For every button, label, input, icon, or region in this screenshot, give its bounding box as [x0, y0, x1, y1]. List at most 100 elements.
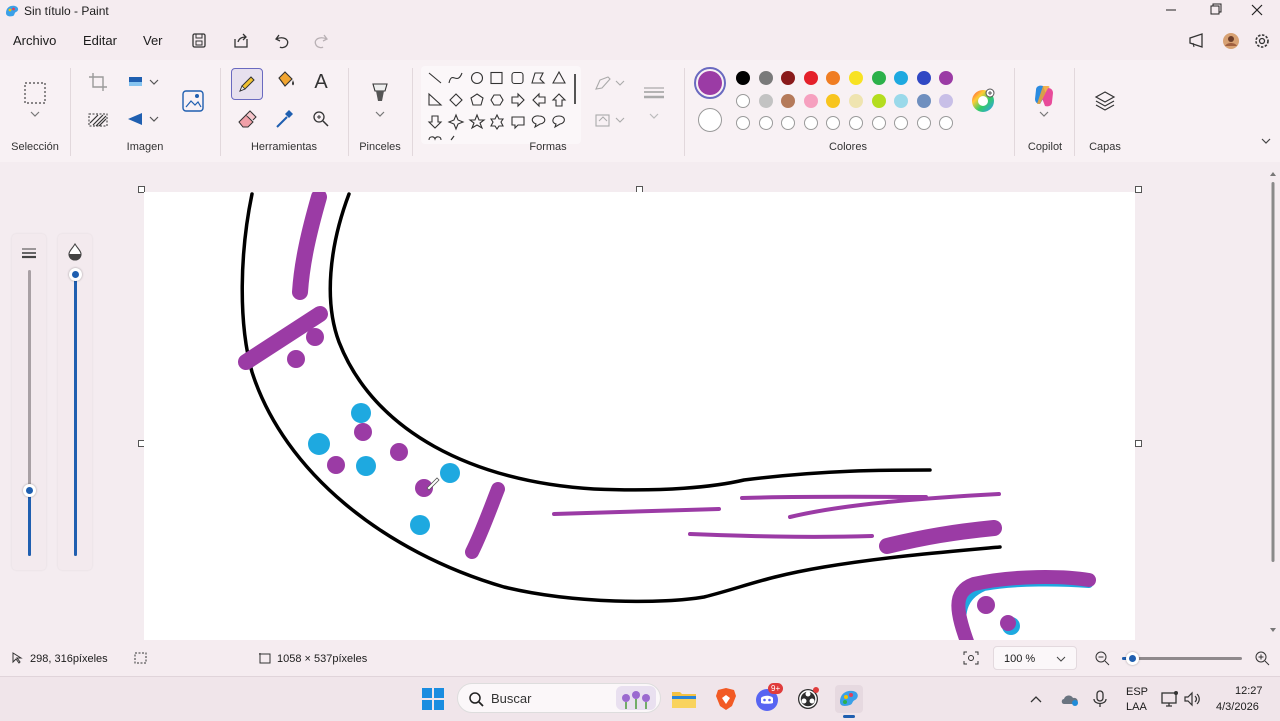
color-swatch[interactable]	[803, 71, 818, 85]
empty-color-slot[interactable]	[803, 116, 818, 130]
color-swatch[interactable]	[826, 71, 841, 85]
empty-color-slot[interactable]	[894, 116, 909, 130]
redo-icon[interactable]	[308, 30, 332, 52]
color-swatch[interactable]	[871, 71, 886, 85]
shape-size-icon[interactable]	[640, 80, 668, 108]
shape-arrow-left-icon	[532, 92, 546, 108]
menu-file[interactable]: Archivo	[13, 33, 56, 48]
save-icon[interactable]	[187, 30, 211, 52]
zoom-chevron-icon	[1056, 654, 1066, 666]
drawing-canvas[interactable]	[144, 189, 1135, 640]
brush-chevron-icon[interactable]	[366, 106, 394, 122]
empty-color-slot[interactable]	[826, 116, 841, 130]
eraser-icon[interactable]	[233, 105, 261, 133]
color-swatch[interactable]	[939, 71, 954, 85]
select-all-icon[interactable]	[84, 105, 112, 133]
color-swatch[interactable]	[871, 93, 886, 108]
empty-color-slot[interactable]	[758, 116, 773, 130]
empty-color-slot[interactable]	[871, 116, 886, 130]
taskbar-search[interactable]: Buscar	[457, 683, 661, 713]
fit-to-window-icon[interactable]	[963, 651, 979, 668]
canvas-resize-handle[interactable]	[1135, 186, 1142, 193]
vertical-scrollbar[interactable]	[1268, 168, 1278, 636]
network-icon[interactable]	[1158, 685, 1182, 713]
layers-icon[interactable]	[1091, 87, 1119, 115]
discord-icon[interactable]: 9+	[753, 683, 784, 713]
color-swatch[interactable]	[758, 71, 773, 85]
color-swatch[interactable]	[803, 93, 818, 108]
color-swatch[interactable]	[736, 71, 750, 85]
shape-size-chevron-icon[interactable]	[640, 108, 668, 124]
clock-date[interactable]: 4/3/2026	[1216, 701, 1259, 713]
image-creator-icon[interactable]	[179, 87, 207, 115]
onedrive-icon[interactable]	[1058, 685, 1082, 713]
clock-time[interactable]: 12:27	[1235, 685, 1263, 697]
paint-taskbar-icon[interactable]	[835, 685, 863, 718]
canvas-resize-handle[interactable]	[1135, 440, 1142, 447]
color-swatch[interactable]	[849, 71, 863, 85]
zoom-slider-thumb[interactable]	[1125, 652, 1139, 665]
edit-colors-icon[interactable]	[969, 87, 997, 115]
brush-size-thumb[interactable]	[23, 484, 36, 498]
settings-gear-icon[interactable]	[1250, 30, 1274, 52]
resize-chevron-icon[interactable]	[146, 68, 162, 96]
rectangle-select-icon[interactable]	[21, 79, 49, 107]
color-swatch[interactable]	[916, 93, 931, 108]
secondary-color-well[interactable]	[698, 108, 722, 132]
language-top[interactable]: ESP	[1126, 686, 1148, 698]
microphone-icon[interactable]	[1088, 685, 1112, 713]
fill-dropdown-icon[interactable]	[590, 106, 630, 134]
undo-icon[interactable]	[271, 30, 295, 52]
color-swatch[interactable]	[894, 71, 909, 85]
obs-studio-icon[interactable]	[794, 685, 822, 713]
brush-icon[interactable]	[366, 79, 394, 107]
menu-edit[interactable]: Editar	[83, 33, 117, 48]
color-swatch[interactable]	[849, 93, 863, 108]
color-swatch[interactable]	[781, 71, 796, 85]
opacity-thumb[interactable]	[69, 268, 82, 281]
brush-size-slider[interactable]	[23, 270, 36, 556]
minimize-button[interactable]	[1148, 0, 1194, 22]
color-swatch[interactable]	[916, 71, 931, 85]
crop-icon[interactable]	[84, 68, 112, 96]
file-explorer-icon[interactable]	[670, 685, 698, 713]
language-bottom[interactable]: LAA	[1126, 701, 1147, 713]
color-swatch[interactable]	[939, 93, 954, 108]
outline-dropdown-icon[interactable]	[590, 69, 630, 97]
share-icon[interactable]	[229, 30, 253, 52]
opacity-slider[interactable]	[69, 268, 82, 556]
primary-color-well[interactable]	[694, 67, 726, 99]
fill-bucket-icon[interactable]	[270, 68, 298, 96]
windows-start-icon[interactable]	[419, 685, 447, 713]
brave-browser-icon[interactable]	[712, 685, 740, 713]
volume-icon[interactable]	[1181, 685, 1205, 713]
empty-color-slot[interactable]	[736, 116, 750, 130]
zoom-out-icon[interactable]	[1094, 650, 1110, 669]
magnifier-icon[interactable]	[307, 105, 335, 133]
empty-color-slot[interactable]	[916, 116, 931, 130]
color-swatch[interactable]	[781, 93, 796, 108]
zoom-in-icon[interactable]	[1254, 650, 1270, 669]
ribbon: Selección Imagen A Herramientas Pinceles…	[0, 60, 1280, 163]
collapse-ribbon-chevron-icon[interactable]	[1252, 133, 1280, 149]
close-button[interactable]	[1234, 0, 1280, 22]
color-swatch[interactable]	[758, 93, 773, 108]
account-avatar[interactable]	[1219, 30, 1243, 52]
empty-color-slot[interactable]	[781, 116, 796, 130]
text-tool-icon[interactable]: A	[307, 68, 335, 96]
zoom-slider[interactable]	[1122, 652, 1242, 665]
feedback-icon[interactable]	[1185, 30, 1209, 52]
color-swatch[interactable]	[826, 93, 841, 108]
menu-view[interactable]: Ver	[143, 33, 163, 48]
empty-color-slot[interactable]	[939, 116, 954, 130]
color-swatch[interactable]	[894, 93, 909, 108]
pencil-icon[interactable]	[231, 68, 263, 100]
zoom-dropdown[interactable]: 100 %	[993, 646, 1077, 670]
tray-overflow-chevron-icon[interactable]	[1026, 685, 1046, 713]
color-picker-icon[interactable]	[270, 105, 298, 133]
rotate-chevron-icon[interactable]	[146, 105, 162, 133]
color-swatch[interactable]	[736, 93, 750, 108]
empty-color-slot[interactable]	[849, 116, 863, 130]
copilot-chevron-icon[interactable]	[1030, 106, 1058, 122]
selection-chevron-icon[interactable]	[21, 106, 49, 122]
